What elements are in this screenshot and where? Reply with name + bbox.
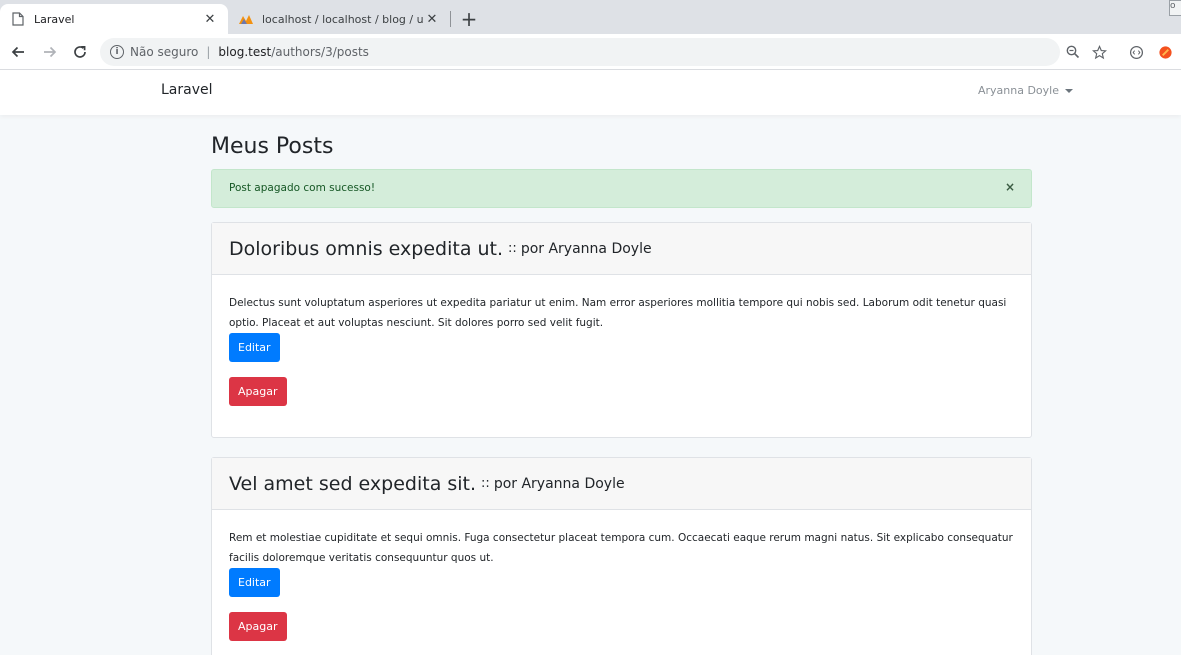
post-title: Vel amet sed expedita sit. — [229, 472, 477, 495]
bookmark-star-icon[interactable] — [1090, 43, 1108, 61]
post-author: por Aryanna Doyle — [493, 475, 625, 492]
browser-toolbar: i Não seguro | blog.test/authors/3/posts — [0, 34, 1181, 70]
post-text: Rem et molestiae cupiditate et sequi omn… — [229, 532, 1013, 564]
tab-laravel[interactable]: Laravel ✕ — [0, 4, 228, 34]
tab-title: Laravel — [34, 12, 75, 26]
tab-close-icon[interactable]: ✕ — [202, 11, 218, 27]
tab-close-icon[interactable]: ✕ — [424, 11, 440, 27]
alert-message: Post apagado com sucesso! — [229, 182, 376, 194]
navbar-brand[interactable]: Laravel — [161, 82, 213, 98]
post-header: Vel amet sed expedita sit. :: por Aryann… — [212, 458, 1031, 510]
post-text: Delectus sunt voluptatum asperiores ut e… — [229, 297, 1007, 329]
tab-phpmyadmin[interactable]: localhost / localhost / blog / use ✕ — [228, 4, 450, 34]
app-navbar: Laravel Aryanna Doyle — [0, 70, 1181, 115]
edit-button-row: Editar — [229, 568, 1014, 597]
post-title: Doloribus omnis expedita ut. — [229, 237, 504, 260]
back-button[interactable] — [8, 42, 28, 62]
url-host: blog.test — [218, 45, 272, 59]
reload-button[interactable] — [70, 42, 90, 62]
tab-divider — [450, 11, 451, 27]
edit-button-row: Editar — [229, 333, 1014, 362]
page-icon — [10, 11, 26, 27]
post-separator: :: — [481, 476, 490, 491]
address-bar[interactable]: i Não seguro | blog.test/authors/3/posts — [100, 38, 1060, 66]
browser-tab-strip: Laravel ✕ localhost / localhost / blog /… — [0, 0, 1181, 34]
arrow-left-icon — [11, 46, 24, 58]
forward-button[interactable] — [40, 42, 60, 62]
main-content: Meus Posts Post apagado com sucesso! × D… — [211, 130, 1032, 655]
omnibox-divider: | — [206, 45, 211, 59]
zoom-icon[interactable] — [1064, 43, 1082, 61]
edit-button[interactable]: Editar — [229, 333, 280, 362]
edit-button[interactable]: Editar — [229, 568, 280, 597]
user-dropdown[interactable]: Aryanna Doyle — [978, 84, 1073, 97]
url-path: /authors/3/posts — [271, 45, 369, 59]
delete-button[interactable]: Apagar — [229, 377, 287, 406]
security-label: Não seguro — [130, 45, 199, 59]
post-author: por Aryanna Doyle — [520, 240, 652, 257]
delete-button[interactable]: Apagar — [229, 612, 287, 641]
arrow-right-icon — [44, 46, 57, 58]
new-tab-button[interactable]: + — [458, 7, 480, 31]
success-alert: Post apagado com sucesso! × — [211, 169, 1032, 208]
tab-title: localhost / localhost / blog / use — [262, 12, 424, 26]
delete-button-row: Apagar — [229, 612, 1014, 641]
post-separator: :: — [508, 241, 517, 256]
phpmyadmin-icon — [238, 11, 254, 27]
info-icon[interactable]: i — [110, 45, 124, 59]
post-header: Doloribus omnis expedita ut. :: por Arya… — [212, 223, 1031, 275]
extension-orange-icon[interactable] — [1156, 43, 1174, 61]
post-card: Doloribus omnis expedita ut. :: por Arya… — [211, 222, 1032, 438]
caret-down-icon — [1065, 88, 1073, 93]
reload-icon — [74, 45, 86, 58]
extension-icon[interactable] — [1127, 43, 1145, 61]
post-card: Vel amet sed expedita sit. :: por Aryann… — [211, 457, 1032, 655]
post-body: Rem et molestiae cupiditate et sequi omn… — [212, 510, 1031, 655]
alert-close-button[interactable]: × — [1005, 180, 1015, 194]
delete-button-row: Apagar — [229, 377, 1014, 406]
page-title: Meus Posts — [211, 134, 334, 159]
window-control-button[interactable]: o — [1169, 0, 1181, 16]
user-name: Aryanna Doyle — [977, 84, 1059, 97]
post-body: Delectus sunt voluptatum asperiores ut e… — [212, 275, 1031, 437]
